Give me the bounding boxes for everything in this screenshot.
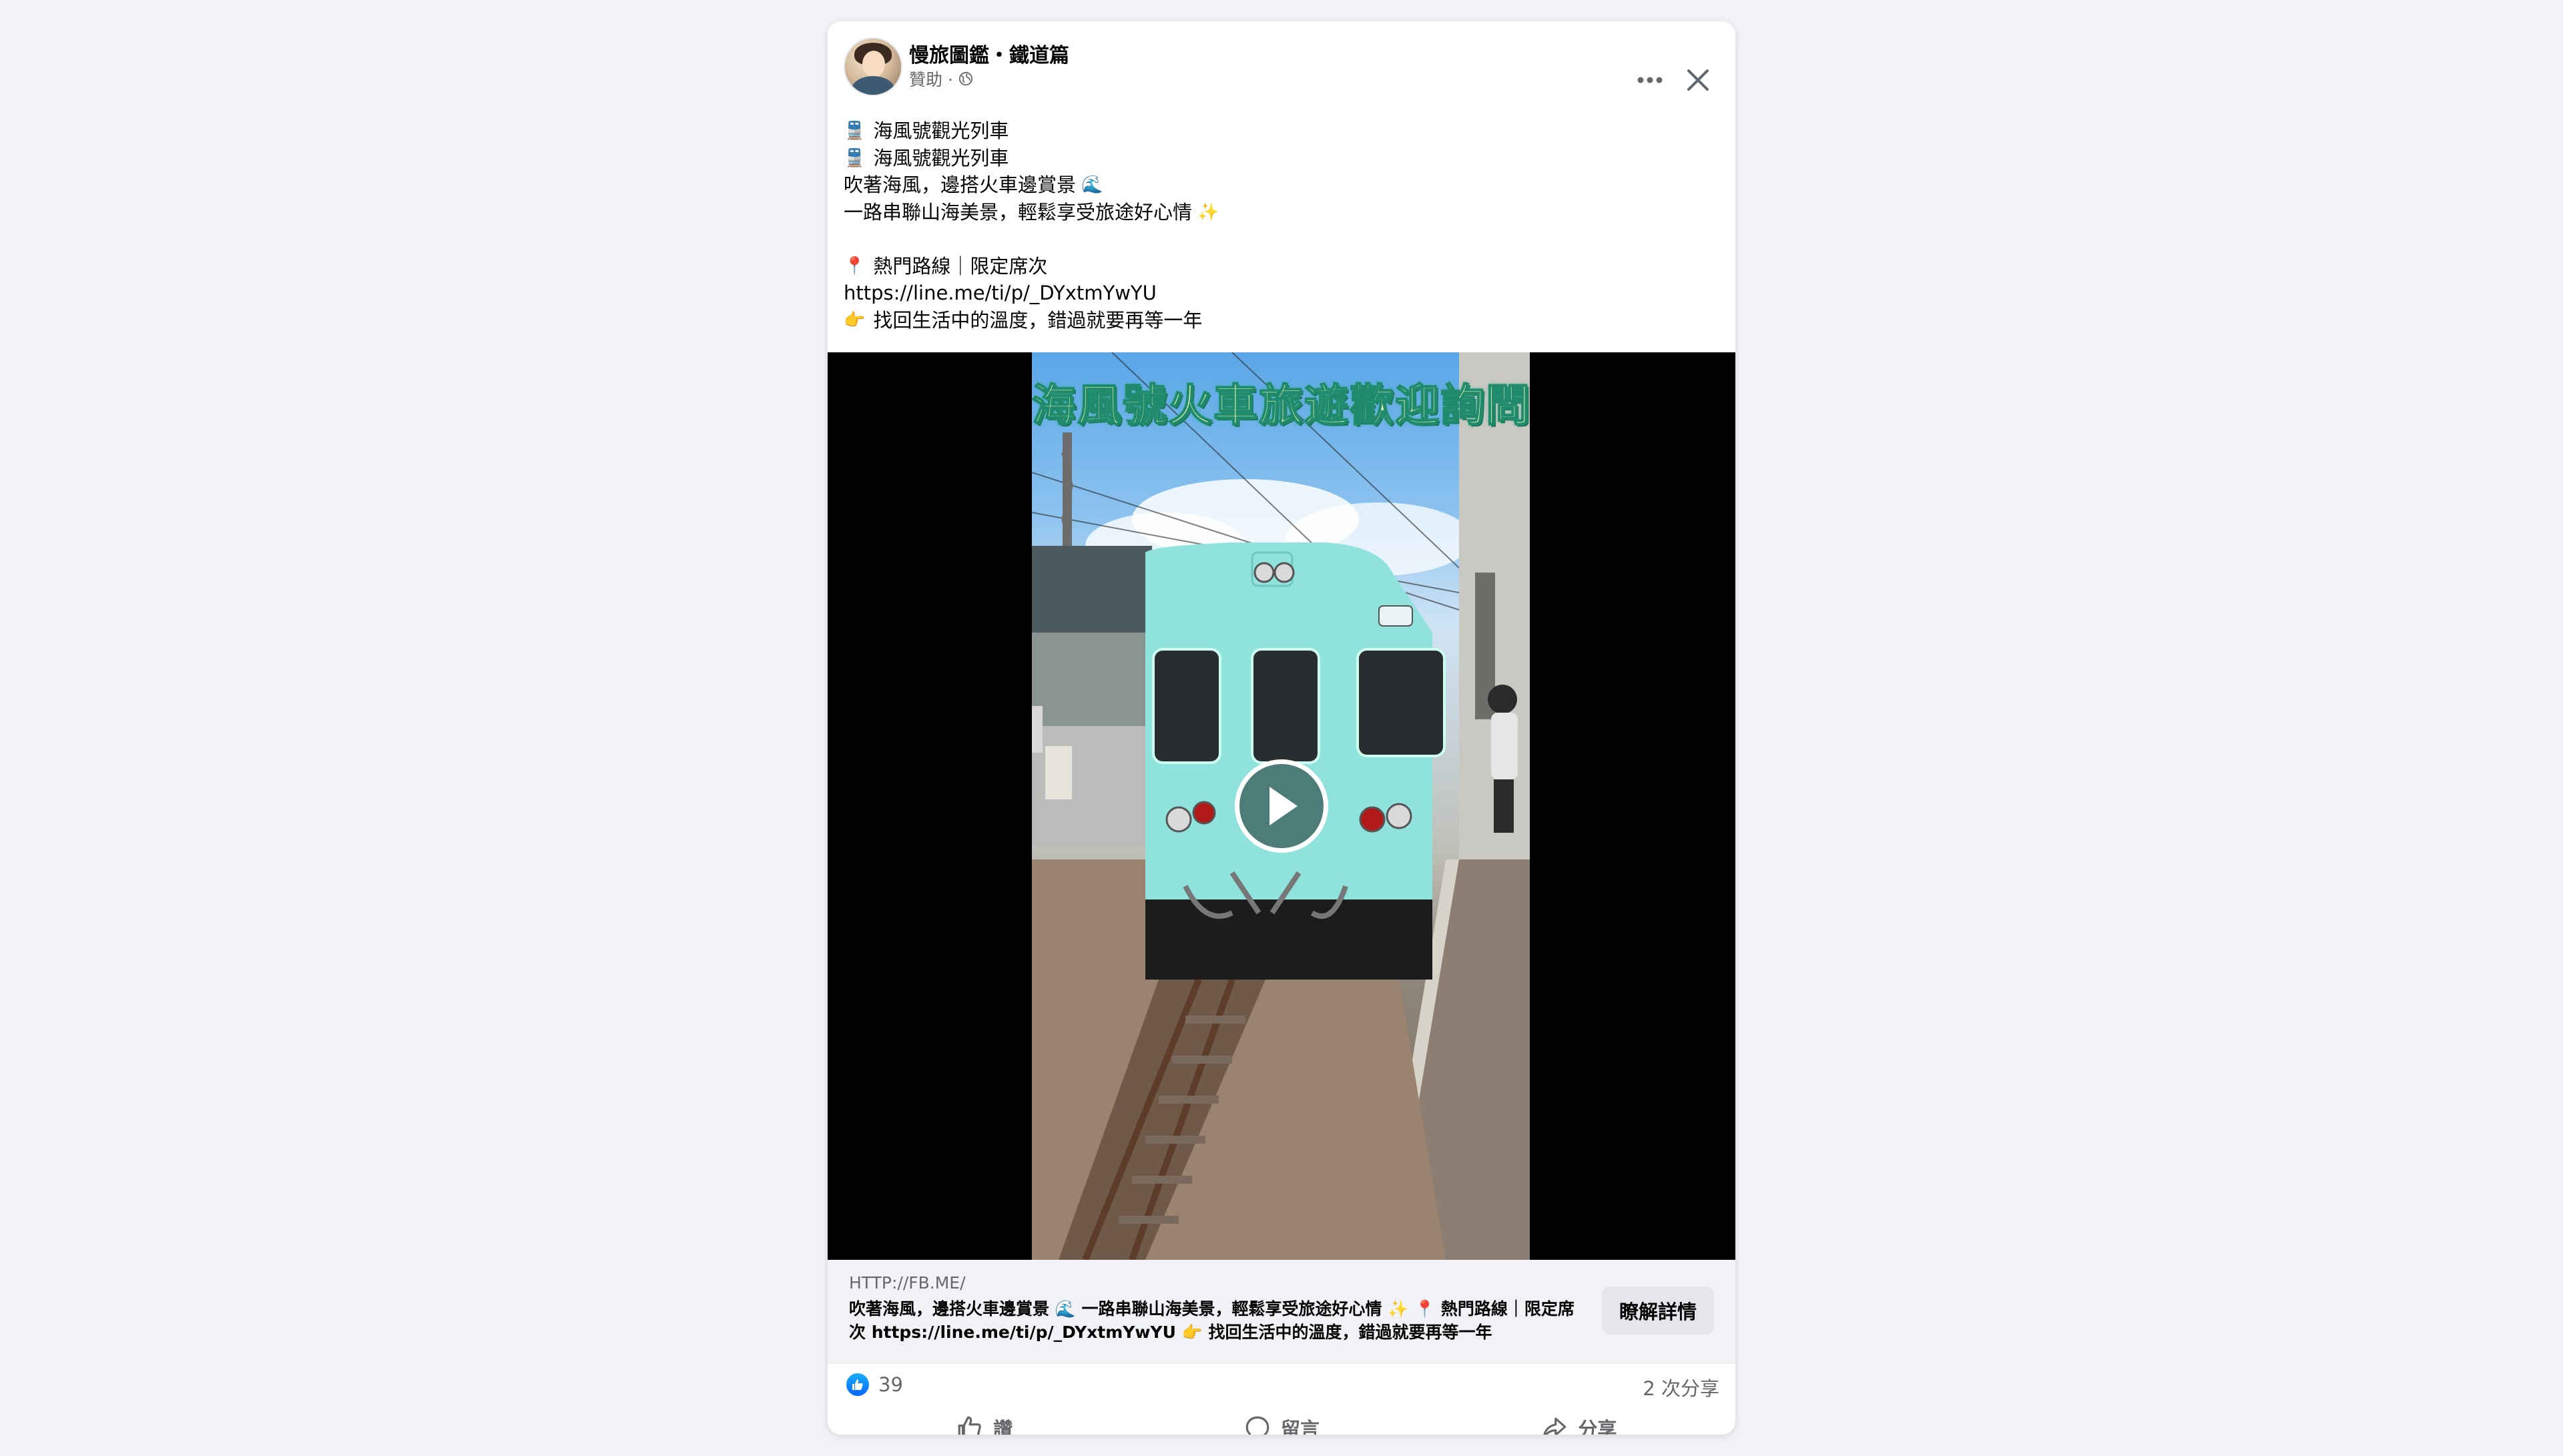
post-line: 🚆 海風號觀光列車 [844,145,1711,172]
reaction-count[interactable]: 39 [878,1373,903,1396]
wave-icon: 🌊 [1081,175,1103,195]
post-line: 🚆 海風號觀光列車 [844,117,1711,145]
pointing-hand-icon: 👉 [844,310,866,330]
reactions-row: 39 2 次分享 [828,1364,1735,1404]
post-line: 👉 找回生活中的溫度，錯過就要再等一年 [844,307,1711,334]
page: 慢旅圖鑑・鐵道篇 贊助 · 🚆 海風號觀光列車 🚆 海風號觀光列車 吹著海風，邊… [0,0,2563,1456]
pin-icon: 📍 [844,256,866,276]
post-body-text: 🚆 海風號觀光列車 🚆 海風號觀光列車 吹著海風，邊搭火車邊賞景 🌊 一路串聯山… [844,117,1711,334]
post-line: https://line.me/ti/p/_DYxtmYwYU [844,280,1711,307]
close-button[interactable] [1677,59,1719,101]
avatar[interactable] [844,37,902,96]
post-line-text: 一路串聯山海美景，輕鬆享受旅途好心情 [844,200,1193,224]
more-options-button[interactable] [1629,59,1671,101]
thumbs-up-icon [958,1416,981,1435]
post-header: 慢旅圖鑑・鐵道篇 贊助 · [828,21,1735,101]
sponsored-row: 贊助 · [909,67,973,91]
more-horizontal-icon [1637,77,1663,83]
post-line: 一路串聯山海美景，輕鬆享受旅途好心情 ✨ [844,199,1711,226]
post-dialog: 慢旅圖鑑・鐵道篇 贊助 · 🚆 海風號觀光列車 🚆 海風號觀光列車 吹著海風，邊… [828,21,1735,1435]
share-arrow-icon [1543,1417,1567,1435]
close-icon [1687,69,1709,91]
page-name[interactable]: 慢旅圖鑑・鐵道篇 [909,39,1069,68]
link-preview[interactable]: HTTP://FB.ME/ 吹著海風，邊搭火車邊賞景 🌊 一路串聯山海美景，輕鬆… [828,1260,1735,1364]
play-button[interactable] [1235,759,1328,853]
avatar-face [862,51,885,77]
like-label: 讚 [993,1418,1013,1435]
train-icon: 🚆 [844,121,866,141]
post-line-text: 海風號觀光列車 [873,119,1009,142]
comment-icon [1245,1416,1269,1435]
share-count[interactable]: 2 次分享 [1643,1373,1719,1401]
post-line-text: 海風號觀光列車 [873,146,1009,169]
video-overlay-title: 海風號火車旅遊歡迎詢問 [1032,379,1530,432]
post-line: 吹著海風，邊搭火車邊賞景 🌊 [844,171,1711,199]
post-line-text: 熱門路線｜限定席次 [873,254,1048,278]
post-link[interactable]: https://line.me/ti/p/_DYxtmYwYU [844,280,1157,307]
share-button[interactable]: 分享 [1430,1404,1727,1435]
like-button[interactable]: 讚 [836,1404,1133,1435]
post-line-blank [844,226,1711,253]
post-line-text: 吹著海風，邊搭火車邊賞景 [844,173,1077,196]
comment-button[interactable]: 留言 [1133,1404,1430,1435]
post-line: 📍 熱門路線｜限定席次 [844,253,1711,280]
sponsored-label[interactable]: 贊助 · [909,67,953,91]
thumbs-up-icon [852,1379,863,1390]
link-description: 吹著海風，邊搭火車邊賞景 🌊 一路串聯山海美景，輕鬆享受旅途好心情 ✨ 📍 熱門… [849,1299,1575,1342]
action-bar: 讚 留言 分享 [836,1404,1727,1435]
comment-label: 留言 [1280,1418,1320,1435]
share-label: 分享 [1578,1418,1617,1435]
sparkles-icon: ✨ [1197,202,1219,222]
play-icon [1269,787,1298,825]
video-player[interactable]: 海風號火車旅遊歡迎詢問 [828,352,1735,1260]
link-domain: HTTP://FB.ME/ [849,1273,966,1293]
train-icon: 🚆 [844,147,866,168]
globe-icon [958,71,972,86]
avatar-body [852,76,894,95]
learn-more-button[interactable]: 瞭解詳情 [1602,1287,1714,1335]
post-line-text: 找回生活中的溫度，錯過就要再等一年 [873,308,1203,332]
like-reaction-badge[interactable] [846,1373,869,1396]
